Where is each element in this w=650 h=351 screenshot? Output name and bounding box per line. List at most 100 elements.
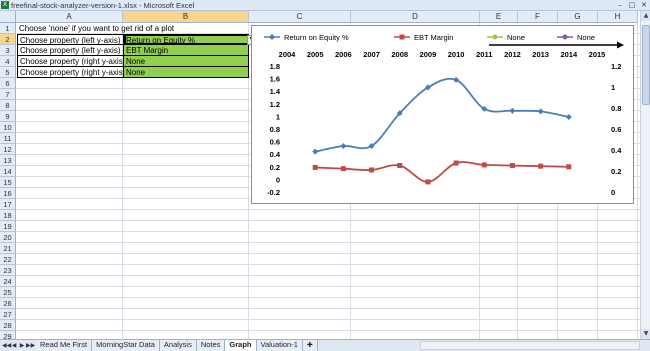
- column-header-d[interactable]: D: [351, 11, 480, 23]
- data-point-series-2: [340, 166, 346, 172]
- scroll-thumb[interactable]: [642, 25, 650, 105]
- next-sheet-icon[interactable]: ▶: [18, 341, 26, 351]
- sheet-tab-notes[interactable]: Notes: [196, 340, 226, 351]
- row-header-2[interactable]: 2: [0, 34, 16, 45]
- row-header-8[interactable]: 8: [0, 100, 16, 111]
- property-label-3[interactable]: Choose property (right y-axis): [17, 56, 124, 67]
- row-header-22[interactable]: 22: [0, 254, 16, 265]
- data-point-series-2: [566, 164, 572, 170]
- left-y-tick-label: 1.2: [270, 100, 280, 109]
- row-header-20[interactable]: 20: [0, 232, 16, 243]
- property-label-1[interactable]: Choose property (left y-axis): [17, 34, 124, 45]
- gridline: [16, 264, 640, 265]
- property-value-1[interactable]: Return on Equity %: [124, 34, 249, 45]
- x-axis-tick-label: 2007: [363, 50, 380, 59]
- sheet-tab-graph[interactable]: Graph: [225, 340, 257, 351]
- row-header-12[interactable]: 12: [0, 144, 16, 155]
- property-value-2[interactable]: EBT Margin: [124, 45, 249, 56]
- data-point-series-1: [312, 148, 319, 155]
- gridline: [16, 253, 640, 254]
- column-header-b[interactable]: B: [123, 11, 249, 23]
- prev-sheet-icon[interactable]: ◀: [10, 341, 18, 351]
- gridline: [16, 319, 640, 320]
- window-title: freefinal-stock-analyzer-version-1.xlsx …: [11, 1, 195, 10]
- row-header-11[interactable]: 11: [0, 133, 16, 144]
- row-header-29[interactable]: 29: [0, 331, 16, 339]
- vertical-scrollbar[interactable]: ▲ ▼: [640, 11, 650, 339]
- data-point-series-2: [425, 179, 431, 185]
- property-value-4[interactable]: None: [124, 67, 249, 78]
- scroll-down-icon[interactable]: ▼: [641, 329, 650, 339]
- left-y-tick-label: 1.4: [270, 87, 281, 96]
- row-header-25[interactable]: 25: [0, 287, 16, 298]
- gridline: [16, 220, 640, 221]
- x-axis-tick-label: 2004: [279, 50, 297, 59]
- row-header-18[interactable]: 18: [0, 210, 16, 221]
- property-label-4[interactable]: Choose property (right y-axis): [17, 67, 124, 78]
- select-all-corner[interactable]: [0, 11, 16, 23]
- row-header-1[interactable]: 1: [0, 23, 16, 34]
- row-header-6[interactable]: 6: [0, 78, 16, 89]
- row-header-15[interactable]: 15: [0, 177, 16, 188]
- x-axis-tick-label: 2012: [504, 50, 521, 59]
- gridline: [16, 308, 640, 309]
- row-header-26[interactable]: 26: [0, 298, 16, 309]
- excel-icon[interactable]: X: [1, 1, 9, 9]
- row-header-17[interactable]: 17: [0, 199, 16, 210]
- data-point-series-2: [397, 163, 403, 169]
- gridline: [16, 231, 640, 232]
- gridline: [16, 209, 640, 210]
- row-header-10[interactable]: 10: [0, 122, 16, 133]
- sheet-tab-valuation-1[interactable]: Valuation-1: [256, 340, 303, 351]
- last-sheet-icon[interactable]: ▶▶: [26, 341, 35, 351]
- legend-marker-3: [492, 34, 498, 40]
- column-header-c[interactable]: C: [249, 11, 351, 23]
- data-point-series-2: [369, 167, 375, 173]
- sheet-tab-analysis[interactable]: Analysis: [159, 340, 197, 351]
- legend-label-1: Return on Equity %: [284, 33, 349, 42]
- note-cell[interactable]: Choose 'none' if you want to get rid of …: [17, 23, 257, 34]
- restore-icon[interactable]: □: [626, 0, 638, 11]
- legend-label-3: None: [507, 33, 525, 42]
- row-header-27[interactable]: 27: [0, 309, 16, 320]
- sheet-tab-morningstar-data[interactable]: MorningStar Data: [92, 340, 160, 351]
- column-header-h[interactable]: H: [598, 11, 638, 23]
- row-header-23[interactable]: 23: [0, 265, 16, 276]
- row-header-9[interactable]: 9: [0, 111, 16, 122]
- x-axis-tick-label: 2015: [589, 50, 606, 59]
- row-header-3[interactable]: 3: [0, 45, 16, 56]
- left-y-tick-label: 1.6: [270, 75, 280, 84]
- scroll-up-icon[interactable]: ▲: [641, 11, 650, 21]
- data-point-series-2: [538, 163, 544, 169]
- left-y-tick-label: 0.6: [270, 138, 280, 147]
- property-value-3[interactable]: None: [124, 56, 249, 67]
- row-header-4[interactable]: 4: [0, 56, 16, 67]
- column-header-f[interactable]: F: [518, 11, 558, 23]
- property-label-2[interactable]: Choose property (left y-axis): [17, 45, 124, 56]
- sheet-tab-bar: ◀◀ ◀ ▶ ▶▶ Read Me First MorningStar Data A…: [0, 339, 650, 351]
- x-axis-tick-label: 2013: [532, 50, 549, 59]
- minimize-icon[interactable]: –: [614, 0, 626, 11]
- row-header-16[interactable]: 16: [0, 188, 16, 199]
- right-y-tick-label: 1: [611, 83, 615, 92]
- legend-label-2: EBT Margin: [414, 33, 453, 42]
- gridline: [16, 286, 640, 287]
- row-header-28[interactable]: 28: [0, 320, 16, 331]
- row-header-13[interactable]: 13: [0, 155, 16, 166]
- first-sheet-icon[interactable]: ◀◀: [2, 341, 11, 351]
- insert-sheet-icon[interactable]: ✚: [302, 340, 318, 351]
- row-header-24[interactable]: 24: [0, 276, 16, 287]
- chart-area[interactable]: 2004 2005 2006 2007 2008 2009 2010 2011 2012 2013…: [251, 25, 634, 204]
- sheet-tab-read-me-first[interactable]: Read Me First: [36, 340, 93, 351]
- column-header-e[interactable]: E: [480, 11, 518, 23]
- row-header-19[interactable]: 19: [0, 221, 16, 232]
- left-y-tick-label: 1: [276, 112, 280, 121]
- close-icon[interactable]: ✕: [638, 0, 650, 11]
- column-header-a[interactable]: A: [16, 11, 123, 23]
- row-header-5[interactable]: 5: [0, 67, 16, 78]
- row-header-14[interactable]: 14: [0, 166, 16, 177]
- column-header-g[interactable]: G: [558, 11, 598, 23]
- row-header-21[interactable]: 21: [0, 243, 16, 254]
- row-header-7[interactable]: 7: [0, 89, 16, 100]
- horizontal-scrollbar[interactable]: [420, 341, 640, 350]
